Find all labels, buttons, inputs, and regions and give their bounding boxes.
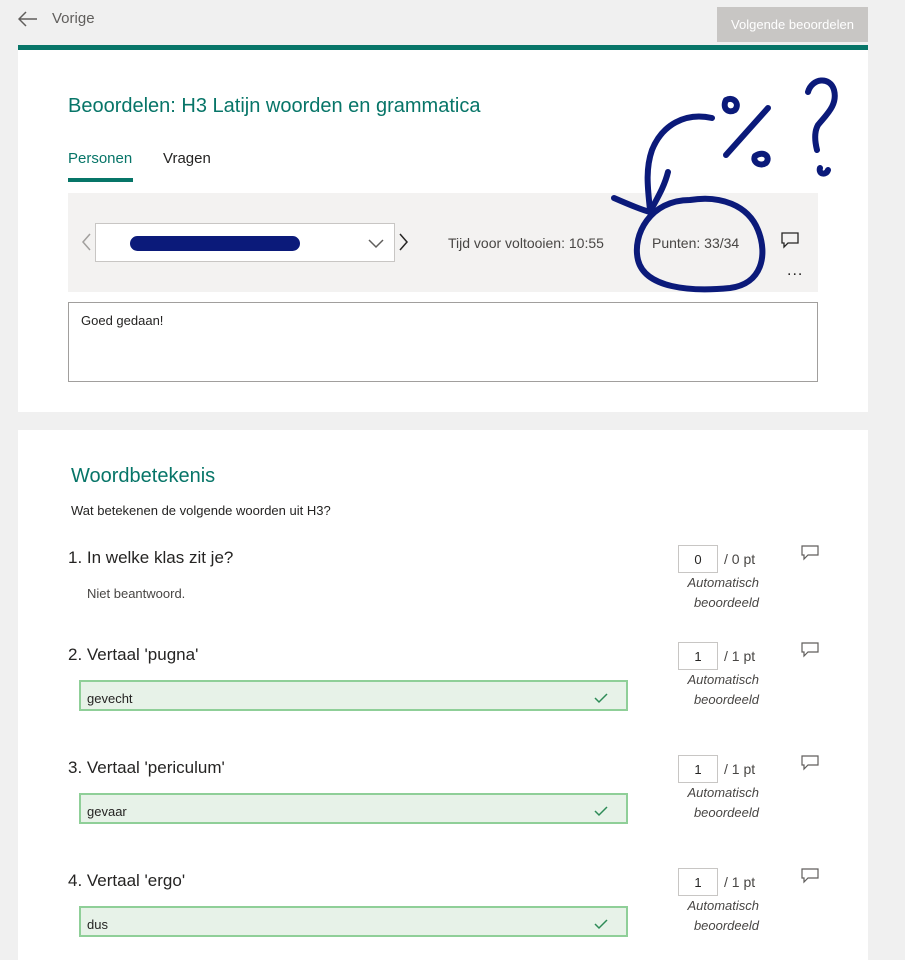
answer-correct-box — [79, 680, 628, 711]
page-title: Beoordelen: H3 Latijn woorden en grammat… — [68, 95, 481, 117]
question-title: 4. Vertaal 'ergo' — [68, 871, 186, 890]
section-description: Wat betekenen de volgende woorden uit H3… — [71, 503, 331, 518]
back-button[interactable]: Vorige — [18, 10, 95, 27]
completion-time: Tijd voor voltooien: 10:55 — [448, 235, 604, 251]
score-max: / 1 pt — [724, 874, 756, 890]
feedback-value: Goed gedaan! — [81, 313, 164, 328]
score-input[interactable]: 0 — [678, 545, 718, 573]
question-title: 1. In welke klas zit je? — [68, 548, 234, 567]
auto-graded-line2: beoordeeld — [693, 692, 759, 707]
section-title: Woordbetekenis — [71, 465, 216, 487]
redacted-name-scribble — [130, 236, 300, 251]
chevron-left-icon — [82, 233, 91, 251]
score-max: / 1 pt — [724, 761, 756, 777]
auto-graded-line2: beoordeeld — [693, 595, 759, 610]
back-label: Vorige — [52, 10, 95, 27]
tab-vragen[interactable]: Vragen — [163, 150, 211, 167]
checkmark-icon — [594, 691, 608, 709]
next-person-button[interactable] — [398, 232, 410, 257]
auto-graded-line2: beoordeeld — [693, 918, 759, 933]
score-max: / 1 pt — [724, 648, 756, 664]
answer-correct-box — [79, 906, 628, 937]
feedback-field[interactable] — [68, 302, 818, 382]
auto-graded-label: Automatisch beoordeeld — [639, 670, 759, 710]
auto-graded-line1: Automatisch — [687, 785, 759, 800]
next-review-button[interactable]: Volgende beoordelen — [717, 7, 868, 42]
answer-text: gevecht — [87, 691, 133, 706]
active-tab-indicator — [68, 178, 133, 182]
answer-text: gevaar — [87, 804, 127, 819]
score-input[interactable]: 1 — [678, 642, 718, 670]
auto-graded-line2: beoordeeld — [693, 805, 759, 820]
score-input[interactable]: 1 — [678, 868, 718, 896]
answer-text: dus — [87, 917, 108, 932]
question-title: 2. Vertaal 'pugna' — [68, 645, 199, 664]
auto-graded-label: Automatisch beoordeeld — [639, 896, 759, 936]
arrow-left-icon — [18, 10, 38, 27]
score-max: / 0 pt — [724, 551, 756, 567]
score-input[interactable]: 1 — [678, 755, 718, 783]
comment-icon[interactable] — [801, 868, 819, 889]
auto-graded-line1: Automatisch — [687, 898, 759, 913]
auto-graded-label: Automatisch beoordeeld — [639, 783, 759, 823]
auto-graded-label: Automatisch beoordeeld — [639, 573, 759, 613]
tab-personen[interactable]: Personen — [68, 150, 132, 167]
checkmark-icon — [594, 804, 608, 822]
auto-graded-line1: Automatisch — [687, 672, 759, 687]
checkmark-icon — [594, 917, 608, 935]
comment-icon[interactable] — [801, 755, 819, 776]
auto-graded-line1: Automatisch — [687, 575, 759, 590]
comment-icon[interactable] — [801, 642, 819, 663]
question-title: 3. Vertaal 'periculum' — [68, 758, 225, 777]
chevron-down-icon — [368, 236, 384, 254]
comment-icon[interactable] — [801, 545, 819, 566]
handwritten-annotation — [611, 77, 838, 293]
answer-correct-box — [79, 793, 628, 824]
previous-person-button[interactable] — [80, 232, 92, 257]
chevron-right-icon — [399, 233, 408, 251]
answer-unanswered: Niet beantwoord. — [87, 586, 186, 601]
